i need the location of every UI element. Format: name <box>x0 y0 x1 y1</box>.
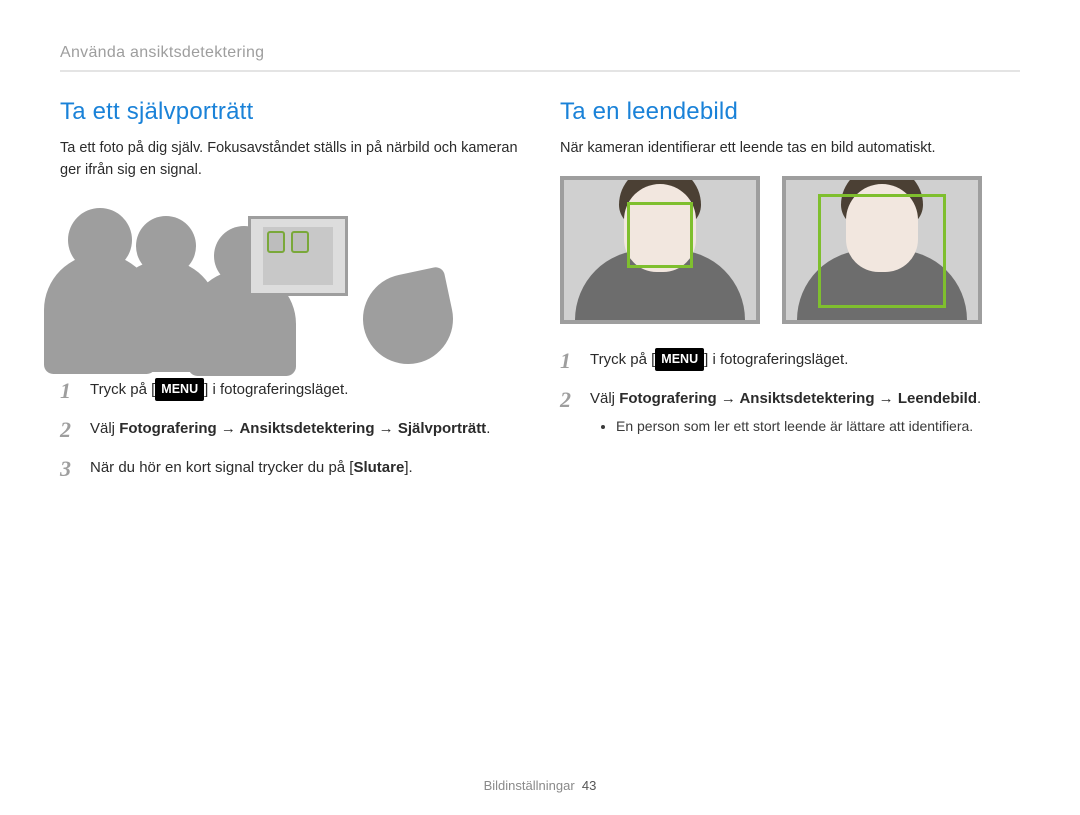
menu-chip: MENU <box>655 348 704 371</box>
left-step-2: Välj Fotografering → Ansiktsdetektering … <box>60 417 520 440</box>
camera-icon <box>248 216 348 296</box>
bold-path: Fotografering → Ansiktsdetektering → Lee… <box>619 390 977 407</box>
breadcrumb: Använda ansiktsdetektering <box>60 44 1020 72</box>
footer-page-number: 43 <box>582 778 596 793</box>
manual-page: Använda ansiktsdetektering Ta ett självp… <box>0 0 1080 815</box>
left-steps: Tryck på [MENU] i fotograferingsläget. V… <box>60 378 520 480</box>
left-column: Ta ett självporträtt Ta ett foto på dig … <box>60 98 520 495</box>
menu-chip: MENU <box>155 378 204 401</box>
text: Tryck på [ <box>90 381 155 398</box>
smile-illustrations <box>560 176 1020 324</box>
face-detect-small-icon <box>627 202 693 268</box>
text: . <box>486 420 490 437</box>
right-title: Ta en leendebild <box>560 98 1020 126</box>
right-column: Ta en leendebild När kameran identifiera… <box>560 98 1020 495</box>
right-note: En person som ler ett stort leende är lä… <box>616 416 1020 438</box>
face-box-neutral <box>560 176 760 324</box>
page-footer: Bildinställningar 43 <box>0 778 1080 793</box>
right-step-2: Välj Fotografering → Ansiktsdetektering … <box>560 387 1020 438</box>
bold-shutter: Slutare <box>353 459 404 476</box>
content-columns: Ta ett självporträtt Ta ett foto på dig … <box>60 98 1020 495</box>
right-intro: När kameran identifierar ett leende tas … <box>560 138 1020 160</box>
right-step-1: Tryck på [MENU] i fotograferingsläget. <box>560 348 1020 371</box>
text: Välj <box>590 390 619 407</box>
bold-path: Fotografering → Ansiktsdetektering → Sjä… <box>119 420 486 437</box>
right-note-list: En person som ler ett stort leende är lä… <box>590 416 1020 438</box>
face-box-smile <box>782 176 982 324</box>
right-steps: Tryck på [MENU] i fotograferingsläget. V… <box>560 348 1020 438</box>
left-step-3: När du hör en kort signal trycker du på … <box>60 456 520 479</box>
selfie-illustration <box>68 198 423 358</box>
face-detect-large-icon <box>818 194 946 308</box>
text: ] i fotograferingsläget. <box>204 381 348 398</box>
text: ] i fotograferingsläget. <box>704 351 848 368</box>
left-step-1: Tryck på [MENU] i fotograferingsläget. <box>60 378 520 401</box>
footer-section: Bildinställningar <box>484 778 575 793</box>
text: ]. <box>404 459 412 476</box>
text: När du hör en kort signal trycker du på … <box>90 459 353 476</box>
text: Välj <box>90 420 119 437</box>
text: Tryck på [ <box>590 351 655 368</box>
text: . <box>977 390 981 407</box>
left-title: Ta ett självporträtt <box>60 98 520 126</box>
left-intro: Ta ett foto på dig själv. Fokusavståndet… <box>60 138 520 182</box>
